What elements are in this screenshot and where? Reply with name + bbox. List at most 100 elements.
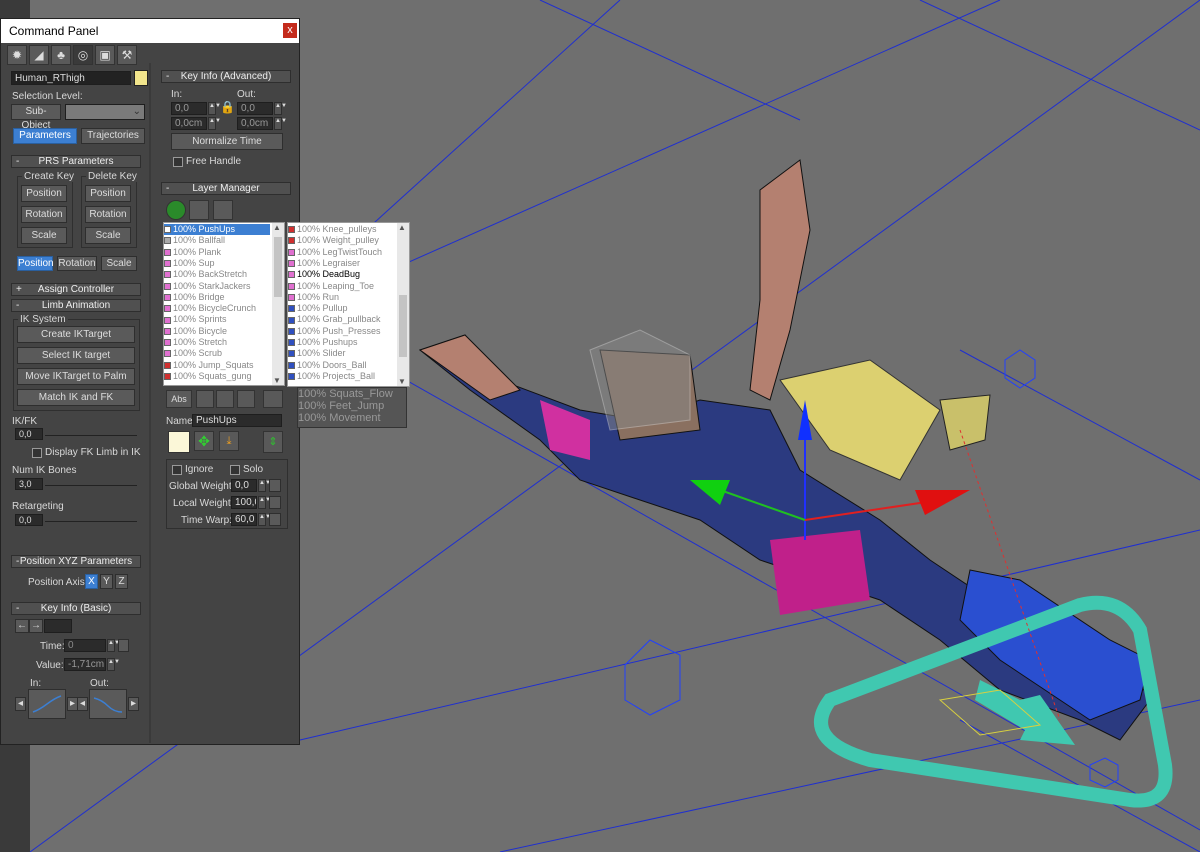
- layer-list-right[interactable]: 100% Knee_pulleys 100% Weight_pulley 100% …: [287, 222, 410, 387]
- local-weight-curve-icon[interactable]: [269, 496, 281, 509]
- hierarchy-icon[interactable]: ♣: [51, 45, 71, 65]
- scroll-down-icon[interactable]: ▼: [398, 377, 406, 386]
- time-warp-spinner[interactable]: ▲▼: [258, 513, 271, 526]
- global-weight-curve-icon[interactable]: [269, 479, 281, 492]
- time-spinner[interactable]: ▲▼: [107, 639, 120, 652]
- key-info-basic-rollout[interactable]: - Key Info (Basic): [11, 602, 141, 615]
- layer-list-item[interactable]: 100% Squats_Flow: [298, 388, 404, 400]
- scroll-down-icon[interactable]: ▼: [273, 376, 281, 385]
- delete-position-key-button[interactable]: Position: [85, 185, 131, 202]
- sub-object-dropdown[interactable]: ⌄: [65, 104, 145, 120]
- layer-list-item[interactable]: 100% Jump_Squats: [164, 360, 270, 371]
- layer-manager-rollout[interactable]: - Layer Manager: [161, 182, 291, 195]
- layer-tool-icon[interactable]: [189, 200, 209, 220]
- layer-list-left[interactable]: 100% PushUps 100% Ballfall 100% Plank 100% …: [163, 222, 285, 386]
- retargeting-value[interactable]: 0,0: [15, 514, 43, 526]
- local-weight-field[interactable]: 100,0: [231, 496, 257, 509]
- value-spinner[interactable]: ▲▼: [107, 658, 120, 671]
- layer-list-item[interactable]: 100% Plank: [164, 247, 270, 258]
- download-icon[interactable]: ⤓: [219, 431, 239, 451]
- modify-icon[interactable]: ◢: [29, 45, 49, 65]
- layer-list-item[interactable]: 100% DeadBug: [288, 269, 394, 280]
- num-ik-bones-value[interactable]: 3,0: [15, 478, 43, 490]
- object-color-swatch[interactable]: [134, 70, 148, 86]
- copy-layer-icon[interactable]: [216, 390, 234, 408]
- adv-in-value-1[interactable]: 0,0: [171, 102, 207, 115]
- time-lock-button[interactable]: [118, 639, 129, 652]
- adv-in-value-2[interactable]: 0,0cm: [171, 117, 207, 130]
- ikfk-value[interactable]: 0,0: [15, 428, 43, 440]
- local-weight-spinner[interactable]: ▲▼: [258, 496, 271, 509]
- abs-button[interactable]: Abs: [166, 390, 192, 408]
- layer-list-item[interactable]: 100% Movement: [298, 412, 404, 424]
- layer-list-item[interactable]: 100% BicycleCrunch: [164, 303, 270, 314]
- adv-out-spinner-1[interactable]: ▲▼: [274, 102, 287, 115]
- time-field[interactable]: 0: [64, 639, 106, 652]
- layer-list-item[interactable]: 100% Doors_Ball: [288, 360, 394, 371]
- layer-list-item[interactable]: 100% Weight_pulley: [288, 235, 394, 246]
- utilities-icon[interactable]: ⚒: [117, 45, 137, 65]
- parameters-button[interactable]: Parameters: [13, 128, 77, 144]
- layer-list-item[interactable]: 100% Leaping_Toe: [288, 281, 394, 292]
- solo-checkbox[interactable]: [230, 465, 240, 475]
- limb-animation-rollout[interactable]: - Limb Animation: [11, 299, 141, 312]
- ikfk-slider[interactable]: [45, 435, 137, 436]
- create-rotation-key-button[interactable]: Rotation: [21, 206, 67, 223]
- sub-object-button[interactable]: Sub-Object: [11, 104, 61, 131]
- layer-list-item[interactable]: 100% Push_Presses: [288, 326, 394, 337]
- create-sun-icon[interactable]: ✹: [7, 45, 27, 65]
- position-tab-button[interactable]: Position: [17, 256, 54, 271]
- retargeting-slider[interactable]: [45, 521, 137, 522]
- motion-icon[interactable]: ◎: [73, 45, 93, 65]
- create-scale-key-button[interactable]: Scale: [21, 227, 67, 244]
- scale-tab-button[interactable]: Scale: [101, 256, 137, 271]
- layer-name-field[interactable]: PushUps: [192, 414, 282, 427]
- command-panel[interactable]: Command Panel x ✹ ◢ ♣ ◎ ▣ ⚒ Human_RThigh…: [0, 18, 300, 745]
- scroll-up-icon[interactable]: ▲: [398, 223, 406, 232]
- in-tangent-button[interactable]: [28, 689, 66, 719]
- layer-list-item[interactable]: 100% Pullup: [288, 303, 394, 314]
- layer-list-icon[interactable]: [213, 200, 233, 220]
- layer-list-item[interactable]: 100% Sup: [164, 258, 270, 269]
- scrollbar[interactable]: ▲ ▼: [272, 223, 284, 385]
- delete-rotation-key-button[interactable]: Rotation: [85, 206, 131, 223]
- layer-list-item[interactable]: 100% Stretch: [164, 337, 270, 348]
- trajectories-button[interactable]: Trajectories: [81, 128, 145, 144]
- rotation-tab-button[interactable]: Rotation: [57, 256, 97, 271]
- display-icon[interactable]: ▣: [95, 45, 115, 65]
- next-key-icon[interactable]: →: [29, 619, 43, 633]
- layer-list-item[interactable]: 100% LegTwistTouch: [288, 247, 394, 258]
- layer-list-item[interactable]: 100% Slider: [288, 348, 394, 359]
- in-tangent-prev-icon[interactable]: ◂: [15, 697, 26, 711]
- adv-in-spinner-2[interactable]: ▲▼: [208, 117, 221, 130]
- select-ik-target-button[interactable]: Select IK target: [17, 347, 135, 364]
- display-fk-checkbox[interactable]: [32, 448, 42, 458]
- match-ik-fk-button[interactable]: Match IK and FK: [17, 389, 135, 406]
- move-iktarget-button[interactable]: Move IKTarget to Palm: [17, 368, 135, 385]
- normalize-time-button[interactable]: Normalize Time: [171, 133, 283, 150]
- global-weight-spinner[interactable]: ▲▼: [258, 479, 271, 492]
- axis-z-button[interactable]: Z: [115, 574, 128, 589]
- ignore-checkbox[interactable]: [172, 465, 182, 475]
- paste-layer-icon[interactable]: [237, 390, 255, 408]
- layer-list-item[interactable]: 100% Grab_pullback: [288, 314, 394, 325]
- object-name-field[interactable]: Human_RThigh: [11, 71, 131, 85]
- axis-x-button[interactable]: X: [85, 574, 98, 589]
- lock-icon[interactable]: 🔒: [220, 100, 235, 114]
- create-iktarget-button[interactable]: Create IKTarget: [17, 326, 135, 343]
- command-panel-titlebar[interactable]: Command Panel x: [1, 19, 299, 43]
- num-ik-bones-slider[interactable]: [45, 485, 137, 486]
- adv-out-value-1[interactable]: 0,0: [237, 102, 273, 115]
- out-tangent-next-icon[interactable]: ▸: [128, 697, 139, 711]
- scroll-thumb[interactable]: [274, 237, 282, 297]
- adv-out-value-2[interactable]: 0,0cm: [237, 117, 273, 130]
- layer-list-item[interactable]: 100% Legraiser: [288, 258, 394, 269]
- time-warp-curve-icon[interactable]: [269, 513, 281, 526]
- delete-layer-icon[interactable]: [196, 390, 214, 408]
- layer-list-item[interactable]: 100% Feet_Jump: [298, 400, 404, 412]
- collapse-layer-icon[interactable]: [263, 390, 283, 408]
- free-handle-checkbox[interactable]: [173, 157, 183, 167]
- key-info-advanced-rollout[interactable]: - Key Info (Advanced): [161, 70, 291, 83]
- move-up-down-icon[interactable]: ⇕: [263, 431, 283, 453]
- position-xyz-rollout[interactable]: - Position XYZ Parameters: [11, 555, 141, 568]
